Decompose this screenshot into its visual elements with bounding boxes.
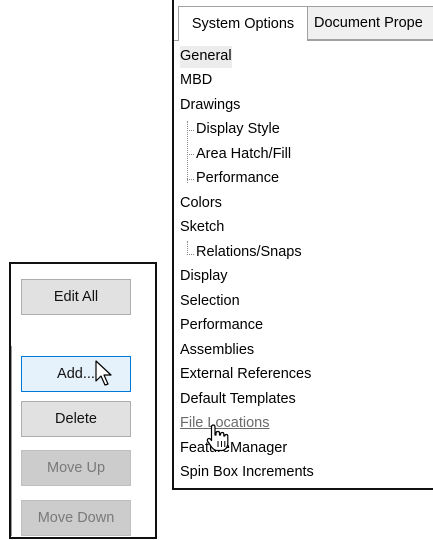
- edit-all-button[interactable]: Edit All: [21, 279, 131, 315]
- tab-document-properties[interactable]: Document Prope: [308, 6, 433, 40]
- panel-divider: [11, 346, 12, 536]
- options-tab-bar: System Options Document Prope: [174, 0, 433, 41]
- tree-guide-sketch: [187, 241, 188, 255]
- tree-item-drawings[interactable]: Drawings: [180, 95, 240, 117]
- tree-guide: [187, 130, 194, 131]
- tree-item-default-templates[interactable]: Default Templates: [180, 389, 296, 411]
- tree-item-area-hatch-fill[interactable]: Area Hatch/Fill: [196, 144, 291, 166]
- tree-item-relations-snaps[interactable]: Relations/Snaps: [196, 242, 302, 264]
- tree-item-external-references[interactable]: External References: [180, 364, 311, 386]
- tree-item-general[interactable]: General: [180, 46, 232, 68]
- tree-guide: [187, 154, 194, 155]
- tree-item-selection[interactable]: Selection: [180, 291, 240, 313]
- system-options-dialog: System Options Document Prope General MB…: [172, 0, 433, 490]
- tree-item-featuremanager[interactable]: FeatureManager: [180, 438, 287, 460]
- delete-button[interactable]: Delete: [21, 401, 131, 437]
- tree-item-mbd[interactable]: MBD: [180, 70, 212, 92]
- tree-guide: [187, 179, 194, 180]
- tree-guide: [187, 254, 194, 255]
- move-down-button[interactable]: Move Down: [21, 500, 131, 536]
- tree-item-drawings-performance[interactable]: Performance: [196, 168, 279, 190]
- hand-pointer-cursor-icon: [206, 424, 229, 452]
- tree-item-performance[interactable]: Performance: [180, 315, 263, 337]
- file-locations-button-panel: Edit All Add... Delete Move Up Move Down: [9, 262, 157, 539]
- tree-item-sketch[interactable]: Sketch: [180, 217, 224, 239]
- tree-item-colors[interactable]: Colors: [180, 193, 222, 215]
- tree-item-assemblies[interactable]: Assemblies: [180, 340, 254, 362]
- tree-item-display-style[interactable]: Display Style: [196, 119, 280, 141]
- arrow-cursor-icon: [95, 360, 112, 386]
- tab-system-options[interactable]: System Options: [178, 6, 308, 41]
- tree-item-spin-box-increments[interactable]: Spin Box Increments: [180, 462, 314, 484]
- move-up-button[interactable]: Move Up: [21, 450, 131, 486]
- tree-item-display[interactable]: Display: [180, 266, 228, 288]
